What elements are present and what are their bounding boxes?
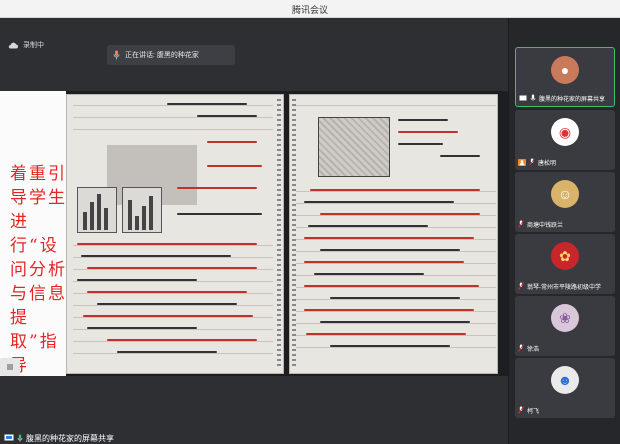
microphone-muted-icon — [518, 344, 524, 352]
participant-tile[interactable]: ☻ 柯飞 — [515, 358, 615, 418]
microphone-muted-icon — [518, 220, 524, 228]
participant-name: 柯飞 — [527, 408, 540, 415]
participant-name: 徐浩 — [527, 346, 540, 353]
notebook-page-left — [66, 94, 284, 374]
list-icon — [7, 364, 13, 370]
notebook-spiral — [277, 99, 281, 369]
participant-name: 唐松明 — [538, 160, 557, 167]
screen-share-icon — [519, 95, 527, 100]
cloud-record-icon — [8, 42, 18, 49]
climate-chart-sketch — [77, 187, 117, 233]
recording-label: 录制中 — [23, 42, 44, 49]
avatar: ❀ — [551, 304, 579, 332]
screen-share-owner: 腹黑的种花家的屏幕共享 — [4, 432, 114, 444]
microphone-muted-icon — [529, 158, 535, 166]
microphone-muted-icon — [518, 406, 524, 414]
participant-name: 翁琴-常州市平陵路初级中学 — [527, 284, 601, 291]
microphone-icon — [17, 434, 23, 442]
screen-share-owner-label: 腹黑的种花家的屏幕共享 — [26, 433, 114, 443]
screen-share-icon — [4, 434, 14, 441]
participant-name: 商塘中钱跃兰 — [527, 222, 564, 229]
participant-tile[interactable]: ✿ 翁琴-常州市平陵路初级中学 — [515, 234, 615, 294]
window-title: 腾讯会议 — [291, 5, 328, 15]
speaking-indicator: 正在讲话: 腹黑的种花家 — [107, 45, 235, 65]
participant-tile[interactable]: ● 腹黑的种花家的屏幕共享 — [515, 47, 615, 107]
microphone-muted-icon — [518, 282, 524, 290]
avatar: ☻ — [551, 366, 579, 394]
avatar: ✿ — [551, 242, 579, 270]
collapse-toolbar-button[interactable] — [0, 358, 20, 376]
notebook-spiral — [292, 99, 296, 369]
avatar: ◉ — [551, 118, 579, 146]
participant-sidebar: ● 腹黑的种花家的屏幕共享 ◉ 唐松明 ☺ 商塘中钱跃兰 ✿ 翁琴-常州市平陵路… — [508, 18, 620, 444]
teaching-caption: 着重引导学生进行“设问分析与信息提取”指导 — [10, 164, 67, 376]
person-icon — [518, 158, 526, 166]
participant-name: 腹黑的种花家的屏幕共享 — [539, 96, 606, 103]
recording-indicator[interactable]: 录制中 — [8, 38, 44, 52]
avatar: ☺ — [551, 180, 579, 208]
window-titlebar: 腾讯会议 — [0, 0, 620, 18]
microphone-icon — [113, 50, 120, 60]
participant-tile[interactable]: ❀ 徐浩 — [515, 296, 615, 356]
microphone-icon — [530, 94, 536, 101]
speaking-label: 正在讲话: 腹黑的种花家 — [125, 52, 199, 59]
participant-tile[interactable]: ☺ 商塘中钱跃兰 — [515, 172, 615, 232]
avatar: ● — [551, 56, 579, 84]
notebook-page-right — [289, 94, 498, 374]
climate-chart-sketch — [122, 187, 162, 233]
map-sketch — [318, 117, 390, 177]
participant-tile[interactable]: ◉ 唐松明 — [515, 110, 615, 170]
